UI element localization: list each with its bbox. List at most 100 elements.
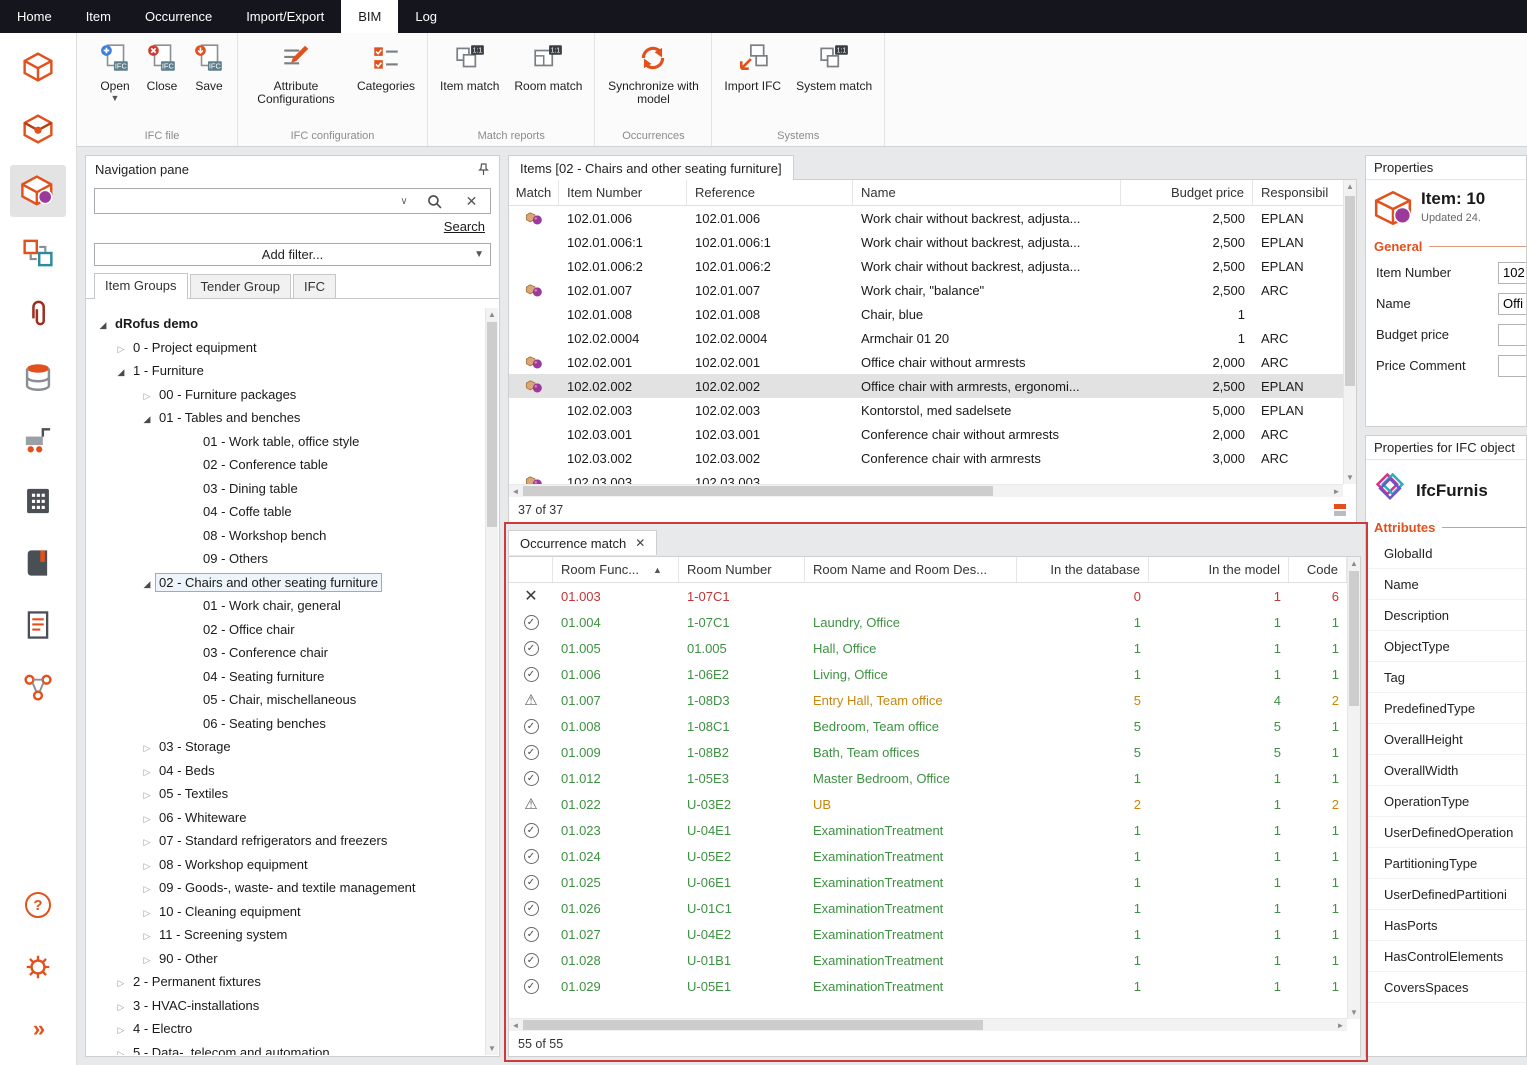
tree-expander-icon[interactable] xyxy=(139,951,155,966)
items-tab[interactable]: Items [02 - Chairs and other seating fur… xyxy=(508,155,794,180)
column-responsible[interactable]: Responsibil xyxy=(1253,180,1344,205)
tree-expander-icon[interactable] xyxy=(139,739,155,754)
tree-node[interactable]: 4 - Electro xyxy=(87,1017,485,1041)
import-ifc-button[interactable]: Import IFC xyxy=(718,36,787,126)
tab-item-groups[interactable]: Item Groups xyxy=(94,273,188,299)
items-vertical-scrollbar[interactable]: ▲ ▼ xyxy=(1343,180,1356,484)
tree-expander-icon[interactable] xyxy=(139,833,155,848)
item-row[interactable]: 102.03.003 102.03.003 xyxy=(509,470,1343,484)
occurrence-row[interactable]: 01.027 U-04E2 ExaminationTreatment 1 1 1 xyxy=(509,921,1347,947)
tree-expander-icon[interactable] xyxy=(139,927,155,942)
rail-documents-icon[interactable] xyxy=(10,599,66,651)
tree-expander-icon[interactable] xyxy=(139,857,155,872)
price-comment-field[interactable] xyxy=(1498,355,1527,377)
occurrence-match-tab[interactable]: Occurrence match ✕ xyxy=(508,530,657,555)
search-icon[interactable] xyxy=(416,189,453,213)
rail-relations-icon[interactable] xyxy=(10,661,66,713)
column-reference[interactable]: Reference xyxy=(687,180,853,205)
occurrence-row[interactable]: 01.004 1-07C1 Laundry, Office 1 1 1 xyxy=(509,609,1347,635)
tree-node[interactable]: 09 - Goods-, waste- and textile manageme… xyxy=(87,876,485,900)
rail-bim-icon[interactable] xyxy=(10,165,66,217)
name-field[interactable] xyxy=(1498,293,1527,315)
system-match-button[interactable]: 1:1 System match xyxy=(790,36,878,126)
tree-node[interactable]: 02 - Office chair xyxy=(87,618,485,642)
item-row[interactable]: 102.01.007 102.01.007 Work chair, "balan… xyxy=(509,278,1343,302)
add-filter-dropdown[interactable]: Add filter... ▼ xyxy=(94,243,491,266)
rail-catalog-icon[interactable] xyxy=(10,537,66,589)
item-row[interactable]: 102.03.002 102.03.002 Conference chair w… xyxy=(509,446,1343,470)
tree-node[interactable]: 05 - Chair, mischellaneous xyxy=(87,688,485,712)
column-item-number[interactable]: Item Number xyxy=(559,180,687,205)
tree-node[interactable]: 02 - Chairs and other seating furniture xyxy=(87,571,485,595)
synchronize-button[interactable]: Synchronize with model xyxy=(601,36,705,126)
tree-node[interactable]: 3 - HVAC-installations xyxy=(87,994,485,1018)
item-row[interactable]: 102.02.002 102.02.002 Office chair with … xyxy=(509,374,1343,398)
ifc-attribute-row[interactable]: UserDefinedPartitioni xyxy=(1366,879,1526,910)
tree-node[interactable]: 10 - Cleaning equipment xyxy=(87,900,485,924)
tree-node[interactable]: 04 - Seating furniture xyxy=(87,665,485,689)
item-row[interactable]: 102.01.006:2 102.01.006:2 Work chair wit… xyxy=(509,254,1343,278)
settings-gear-icon[interactable] xyxy=(10,941,66,993)
tree-node[interactable]: 09 - Others xyxy=(87,547,485,571)
item-row[interactable]: 102.01.006 102.01.006 Work chair without… xyxy=(509,206,1343,230)
tree-node[interactable]: 2 - Permanent fixtures xyxy=(87,970,485,994)
rail-systems-icon[interactable] xyxy=(10,227,66,279)
layout-toggle-icon[interactable] xyxy=(1333,503,1347,517)
tree-expander-icon[interactable] xyxy=(139,810,155,825)
column-room-number[interactable]: Room Number xyxy=(679,557,805,582)
occurrence-row[interactable]: 01.003 1-07C1 0 1 6 xyxy=(509,583,1347,609)
tree-node[interactable]: 03 - Conference chair xyxy=(87,641,485,665)
chevron-down-icon[interactable]: ∨ xyxy=(392,196,416,207)
tree-node[interactable]: 11 - Screening system xyxy=(87,923,485,947)
occurrence-row[interactable]: 01.023 U-04E1 ExaminationTreatment 1 1 1 xyxy=(509,817,1347,843)
tree-expander-icon[interactable] xyxy=(113,1045,129,1055)
categories-button[interactable]: Categories xyxy=(351,36,421,126)
occurrence-row[interactable]: 01.025 U-06E1 ExaminationTreatment 1 1 1 xyxy=(509,869,1347,895)
close-button[interactable]: IFC Close xyxy=(140,36,184,126)
open-button[interactable]: IFC Open ▼ xyxy=(93,36,137,126)
tree-node[interactable]: 04 - Coffe table xyxy=(87,500,485,524)
occurrence-row[interactable]: 01.029 U-05E1 ExaminationTreatment 1 1 1 xyxy=(509,973,1347,999)
column-status[interactable] xyxy=(509,557,553,582)
ifc-attribute-row[interactable]: PartitioningType xyxy=(1366,848,1526,879)
save-button[interactable]: IFC Save xyxy=(187,36,231,126)
tree-expander-icon[interactable] xyxy=(139,410,155,425)
item-row[interactable]: 102.01.006:1 102.01.006:1 Work chair wit… xyxy=(509,230,1343,254)
tree-node[interactable]: 05 - Textiles xyxy=(87,782,485,806)
tree-expander-icon[interactable] xyxy=(95,316,111,331)
ifc-attribute-row[interactable]: OverallHeight xyxy=(1366,724,1526,755)
column-in-model[interactable]: In the model xyxy=(1149,557,1289,582)
tree-node[interactable]: 03 - Dining table xyxy=(87,477,485,501)
tree-scrollbar[interactable]: ▲ ▼ xyxy=(485,308,498,1055)
ifc-attribute-row[interactable]: HasPorts xyxy=(1366,910,1526,941)
tree-node[interactable]: 1 - Furniture xyxy=(87,359,485,383)
item-row[interactable]: 102.02.001 102.02.001 Office chair witho… xyxy=(509,350,1343,374)
ifc-attribute-row[interactable]: OverallWidth xyxy=(1366,755,1526,786)
rail-rooms-icon[interactable] xyxy=(10,103,66,155)
occurrence-horizontal-scrollbar[interactable]: ◄ ► xyxy=(509,1018,1347,1031)
attribute-configurations-button[interactable]: Attribute Configurations xyxy=(244,36,348,126)
search-input[interactable] xyxy=(95,189,392,213)
tree-node[interactable]: 01 - Work chair, general xyxy=(87,594,485,618)
ifc-attribute-row[interactable]: Description xyxy=(1366,600,1526,631)
tab-ifc[interactable]: IFC xyxy=(293,274,336,298)
tree-expander-icon[interactable] xyxy=(113,998,129,1013)
tree-expander-icon[interactable] xyxy=(139,575,155,590)
rail-logistics-icon[interactable] xyxy=(10,413,66,465)
occurrence-row[interactable]: 01.024 U-05E2 ExaminationTreatment 1 1 1 xyxy=(509,843,1347,869)
occurrence-row[interactable]: 01.008 1-08C1 Bedroom, Team office 5 5 1 xyxy=(509,713,1347,739)
tree-expander-icon[interactable] xyxy=(139,904,155,919)
column-room-function[interactable]: Room Func...▲ xyxy=(553,557,679,582)
tree-node[interactable]: 06 - Seating benches xyxy=(87,712,485,736)
tree-expander-icon[interactable] xyxy=(139,880,155,895)
tree-node[interactable]: 02 - Conference table xyxy=(87,453,485,477)
tree-node[interactable]: dRofus demo xyxy=(87,312,485,336)
column-match[interactable]: Match xyxy=(509,180,559,205)
tree-node[interactable]: 03 - Storage xyxy=(87,735,485,759)
tree-node[interactable]: 01 - Work table, office style xyxy=(87,430,485,454)
tree-node[interactable]: 0 - Project equipment xyxy=(87,336,485,360)
tree-node[interactable]: 06 - Whiteware xyxy=(87,806,485,830)
pin-icon[interactable] xyxy=(477,163,490,176)
tree-node[interactable]: 07 - Standard refrigerators and freezers xyxy=(87,829,485,853)
tree-expander-icon[interactable] xyxy=(139,763,155,778)
